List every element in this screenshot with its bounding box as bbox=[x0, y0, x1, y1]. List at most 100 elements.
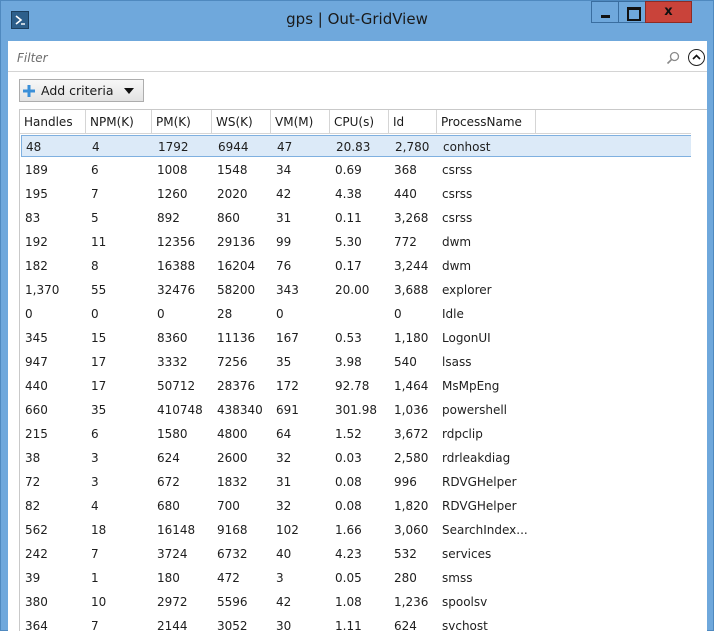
cell-pm: 8360 bbox=[157, 331, 188, 345]
plus-icon bbox=[23, 85, 35, 97]
close-button[interactable]: x bbox=[645, 1, 692, 23]
cell-pm: 892 bbox=[157, 211, 180, 225]
cell-handles: 182 bbox=[25, 259, 48, 273]
cell-id: 1,464 bbox=[394, 379, 429, 393]
table-row[interactable]: 364 7 2144 3052 30 1.11 624 svchost bbox=[21, 615, 691, 631]
maximize-icon[interactable] bbox=[618, 1, 645, 23]
table-row[interactable]: 947 17 3332 7256 35 3.98 540 lsass bbox=[21, 351, 691, 373]
table-row[interactable]: 660 35 410748 438340 691 301.98 1,036 powershel… bbox=[21, 399, 691, 421]
cell-ws: 860 bbox=[217, 211, 240, 225]
cell-id: 1,236 bbox=[394, 595, 429, 609]
table-row[interactable]: 0 0 0 28 0 0 Idle bbox=[21, 303, 691, 325]
cell-handles: 192 bbox=[25, 235, 48, 249]
column-header-pm[interactable]: PM(K) bbox=[152, 110, 212, 134]
cell-id: 996 bbox=[394, 475, 417, 489]
table-row[interactable]: 1,370 55 32476 58200 343 20.00 3,688 explorer bbox=[21, 279, 691, 301]
cell-npm: 5 bbox=[91, 211, 99, 225]
column-header-cpu[interactable]: CPU(s) bbox=[330, 110, 389, 134]
cell-ws: 29136 bbox=[217, 235, 256, 249]
cell-cpu: 1.52 bbox=[335, 427, 362, 441]
cell-ws: 6732 bbox=[217, 547, 248, 561]
cell-processname: RDVGHelper bbox=[442, 475, 517, 489]
cell-npm: 8 bbox=[91, 259, 99, 273]
cell-vm: 3 bbox=[276, 571, 284, 585]
cell-id: 1,820 bbox=[394, 499, 429, 513]
cell-handles: 39 bbox=[25, 571, 41, 585]
table-row[interactable]: 39 1 180 472 3 0.05 280 smss bbox=[21, 567, 691, 589]
cell-pm: 180 bbox=[157, 571, 180, 585]
cell-cpu: 20.83 bbox=[336, 140, 371, 154]
table-row[interactable]: 83 5 892 860 31 0.11 3,268 csrss bbox=[21, 207, 691, 229]
cell-id: 368 bbox=[394, 163, 417, 177]
cell-processname: services bbox=[442, 547, 492, 561]
table-row[interactable]: 242 7 3724 6732 40 4.23 532 services bbox=[21, 543, 691, 565]
cell-npm: 7 bbox=[91, 187, 99, 201]
cell-npm: 3 bbox=[91, 475, 99, 489]
table-row[interactable]: 72 3 672 1832 31 0.08 996 RDVGHelper bbox=[21, 471, 691, 493]
cell-pm: 16148 bbox=[157, 523, 196, 537]
column-header-vm[interactable]: VM(M) bbox=[271, 110, 330, 134]
cell-pm: 12356 bbox=[157, 235, 196, 249]
search-icon[interactable] bbox=[666, 51, 680, 65]
cell-handles: 364 bbox=[25, 619, 48, 631]
cell-vm: 30 bbox=[276, 619, 292, 631]
cell-vm: 0 bbox=[276, 307, 284, 321]
cell-npm: 6 bbox=[91, 427, 99, 441]
table-row[interactable]: 215 6 1580 4800 64 1.52 3,672 rdpclip bbox=[21, 423, 691, 445]
cell-cpu: 1.66 bbox=[335, 523, 362, 537]
cell-handles: 242 bbox=[25, 547, 48, 561]
filter-input[interactable] bbox=[17, 48, 657, 68]
cell-npm: 55 bbox=[91, 283, 107, 297]
minimize-icon[interactable] bbox=[591, 1, 618, 23]
table-row[interactable]: 195 7 1260 2020 42 4.38 440 csrss bbox=[21, 183, 691, 205]
cell-id: 440 bbox=[394, 187, 417, 201]
cell-processname: dwm bbox=[442, 259, 472, 273]
cell-id: 280 bbox=[394, 571, 417, 585]
column-header-processname[interactable]: ProcessName bbox=[437, 110, 536, 134]
cell-pm: 2144 bbox=[157, 619, 188, 631]
cell-handles: 195 bbox=[25, 187, 48, 201]
cell-vm: 32 bbox=[276, 451, 292, 465]
cell-ws: 16204 bbox=[217, 259, 256, 273]
column-header-id[interactable]: Id bbox=[389, 110, 437, 134]
table-row[interactable]: 380 10 2972 5596 42 1.08 1,236 spoolsv bbox=[21, 591, 691, 613]
table-row[interactable]: 82 4 680 700 32 0.08 1,820 RDVGHelper bbox=[21, 495, 691, 517]
table-row[interactable]: 38 3 624 2600 32 0.03 2,580 rdrleakdiag bbox=[21, 447, 691, 469]
cell-vm: 34 bbox=[276, 163, 292, 177]
table-row[interactable]: 562 18 16148 9168 102 1.66 3,060 SearchIndex... bbox=[21, 519, 691, 541]
cell-vm: 31 bbox=[276, 211, 292, 225]
table-row[interactable]: 440 17 50712 28376 172 92.78 1,464 MsMpEng bbox=[21, 375, 691, 397]
column-header-npm[interactable]: NPM(K) bbox=[86, 110, 152, 134]
cell-pm: 624 bbox=[157, 451, 180, 465]
table-row[interactable]: 345 15 8360 11136 167 0.53 1,180 LogonUI bbox=[21, 327, 691, 349]
column-header-ws[interactable]: WS(K) bbox=[212, 110, 271, 134]
cell-pm: 32476 bbox=[157, 283, 196, 297]
cell-pm: 1792 bbox=[158, 140, 189, 154]
cell-id: 772 bbox=[394, 235, 417, 249]
table-row[interactable]: 192 11 12356 29136 99 5.30 772 dwm bbox=[21, 231, 691, 253]
column-header-handles[interactable]: Handles bbox=[20, 110, 86, 134]
table-row[interactable]: 182 8 16388 16204 76 0.17 3,244 dwm bbox=[21, 255, 691, 277]
table-row[interactable]: 189 6 1008 1548 34 0.69 368 csrss bbox=[21, 159, 691, 181]
cell-pm: 410748 bbox=[157, 403, 203, 417]
cell-id: 2,780 bbox=[395, 140, 430, 154]
cell-handles: 345 bbox=[25, 331, 48, 345]
title-bar[interactable]: gps | Out-GridView x bbox=[1, 1, 713, 41]
table-row[interactable]: 48 4 1792 6944 47 20.83 2,780 conhost bbox=[21, 135, 691, 157]
cell-id: 3,060 bbox=[394, 523, 429, 537]
cell-processname: SearchIndex... bbox=[442, 523, 528, 537]
cell-processname: explorer bbox=[442, 283, 492, 297]
cell-processname: csrss bbox=[442, 211, 473, 225]
cell-id: 3,688 bbox=[394, 283, 429, 297]
cell-ws: 3052 bbox=[217, 619, 248, 631]
chevron-up-circle-icon[interactable] bbox=[688, 49, 705, 66]
cell-vm: 102 bbox=[276, 523, 299, 537]
cell-vm: 64 bbox=[276, 427, 292, 441]
cell-handles: 0 bbox=[25, 307, 33, 321]
cell-npm: 10 bbox=[91, 595, 107, 609]
cell-processname: MsMpEng bbox=[442, 379, 500, 393]
cell-processname: rdrleakdiag bbox=[442, 451, 511, 465]
cell-cpu: 0.69 bbox=[335, 163, 362, 177]
add-criteria-button[interactable]: Add criteria bbox=[19, 79, 144, 102]
caret-down-icon bbox=[124, 88, 134, 94]
